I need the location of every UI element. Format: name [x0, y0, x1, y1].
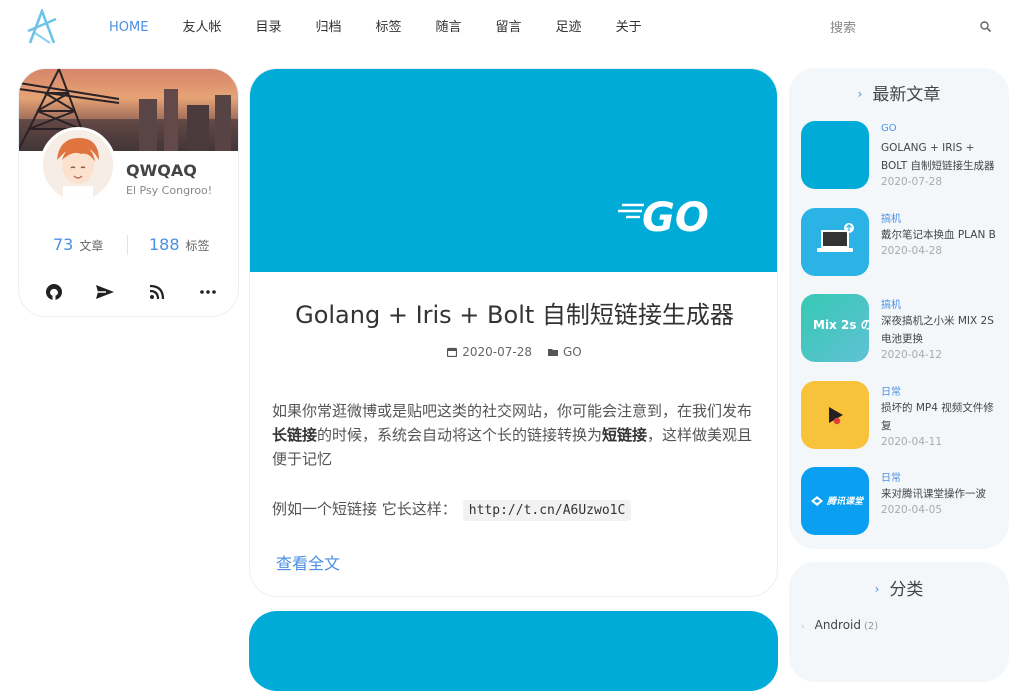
recent-post-category[interactable]: 日常: [881, 383, 901, 398]
categories-widget: › 分类 › Android (2): [789, 562, 1009, 682]
nav-friends[interactable]: 友人帐: [182, 18, 221, 38]
post-excerpt: 如果你常逛微博或是贴吧这类的社交网站，你可能会注意到，在我们发布长链接的时候，系…: [272, 399, 758, 471]
go-logo-icon: GO: [618, 195, 709, 239]
profile-card: QWQAQ El Psy Congroo! 73 文章 188 标签: [18, 68, 239, 317]
profile-motto: El Psy Congroo!: [126, 184, 213, 197]
post-thumbnail[interactable]: [801, 121, 869, 189]
recent-post-date: 2020-04-05: [881, 504, 943, 516]
nav-guestbook[interactable]: 留言: [496, 18, 522, 38]
recent-post-item[interactable]: Mix 2s の 搞机 深夜搞机之小米 MIX 2S 电池更换 2020-04-…: [801, 294, 1001, 381]
recent-post-category[interactable]: 日常: [881, 469, 901, 484]
recent-posts-widget: › 最新文章 GO GOLANG + IRIS + BOLT 自制短链接生成器 2…: [789, 68, 1009, 549]
thumbnail-text: Mix 2s の: [813, 318, 869, 332]
category-name[interactable]: Android: [815, 618, 861, 632]
post-category[interactable]: GO: [563, 345, 582, 359]
recent-post-date: 2020-04-28: [881, 244, 943, 257]
stat-divider: [127, 235, 128, 255]
posts-count: 73: [53, 235, 74, 254]
post-cover-image[interactable]: GO: [250, 69, 777, 272]
search-input[interactable]: [830, 21, 960, 36]
recent-post-category[interactable]: GO: [881, 123, 897, 134]
recent-post-category[interactable]: 搞机: [881, 210, 901, 225]
send-telegram-icon[interactable]: [94, 281, 116, 303]
folder-icon: [548, 349, 558, 356]
next-post-cover[interactable]: [249, 611, 778, 691]
nav-footprint[interactable]: 足迹: [556, 18, 582, 38]
chevron-right-icon: ›: [874, 582, 880, 596]
recent-post-date: 2020-04-12: [881, 349, 943, 361]
main-menu: HOME 友人帐 目录 归档 标签 随言 留言 足迹 关于: [109, 18, 676, 38]
site-logo-icon[interactable]: [26, 9, 58, 45]
category-count: (2): [864, 621, 879, 632]
top-navbar: HOME 友人帐 目录 归档 标签 随言 留言 足迹 关于: [0, 0, 1024, 56]
post-card: GO Golang + Iris + Bolt 自制短链接生成器 2020-07…: [249, 68, 778, 597]
github-icon[interactable]: [43, 281, 65, 303]
recent-post-item[interactable]: 日常 损坏的 MP4 视频文件修复 2020-04-11: [801, 380, 1001, 468]
recent-post-category[interactable]: 搞机: [881, 296, 901, 311]
rss-icon[interactable]: [146, 281, 168, 303]
excerpt-bold: 短链接: [602, 426, 648, 444]
recent-post-title[interactable]: GOLANG + IRIS + BOLT 自制短链接生成器: [881, 139, 999, 175]
chevron-right-icon: ›: [857, 87, 863, 101]
widget-title: › 最新文章: [857, 85, 941, 105]
post-thumbnail[interactable]: [801, 380, 869, 449]
recent-post-title[interactable]: 损坏的 MP4 视频文件修复: [881, 399, 999, 435]
post-date: 2020-07-28: [462, 345, 532, 359]
recent-post-title[interactable]: 来对腾讯课堂操作一波: [881, 485, 999, 503]
nav-home[interactable]: HOME: [109, 18, 148, 38]
category-item[interactable]: › Android (2): [801, 618, 878, 632]
search-box: [830, 17, 1000, 39]
svg-text:GO: GO: [642, 195, 709, 239]
posts-stat[interactable]: 73 文章: [53, 235, 103, 254]
nav-archive[interactable]: 归档: [315, 18, 341, 38]
thumbnail-text: 腾讯课堂: [827, 497, 864, 507]
excerpt-text: 的时候，系统会自动将这个长的链接转换为: [317, 426, 603, 444]
nav-about[interactable]: 关于: [616, 18, 642, 38]
post-title[interactable]: Golang + Iris + Bolt 自制短链接生成器: [250, 295, 777, 330]
nav-catalog[interactable]: 目录: [255, 18, 281, 38]
calendar-icon: [447, 347, 458, 357]
tags-count: 188: [149, 235, 180, 254]
search-icon[interactable]: [979, 20, 993, 34]
recent-post-date: 2020-04-11: [881, 435, 943, 448]
recent-post-item[interactable]: 腾讯课堂 日常 来对腾讯课堂操作一波 2020-04-05: [801, 467, 1001, 554]
laptop-icon: [817, 222, 854, 252]
recent-posts-list: GO GOLANG + IRIS + BOLT 自制短链接生成器 2020-07…: [801, 121, 1001, 554]
post-thumbnail[interactable]: 腾讯课堂: [801, 467, 869, 535]
recent-post-item[interactable]: GO GOLANG + IRIS + BOLT 自制短链接生成器 2020-07…: [801, 121, 1001, 208]
tags-stat[interactable]: 188 标签: [149, 235, 210, 254]
post-thumbnail[interactable]: [801, 207, 869, 276]
nav-tags[interactable]: 标签: [376, 18, 402, 38]
post-meta: 2020-07-28 GO: [250, 345, 777, 359]
recent-post-title[interactable]: 戴尔笔记本换血 PLAN B: [881, 226, 999, 244]
more-icon[interactable]: [197, 281, 219, 303]
profile-name: QWQAQ: [126, 161, 197, 180]
bullet-icon: ›: [801, 622, 805, 632]
nav-notes[interactable]: 随言: [436, 18, 462, 38]
post-excerpt-example: 例如一个短链接 它长这样： http://t.cn/A6Uzwo1C: [272, 497, 758, 523]
excerpt-text: 如果你常逛微博或是贴吧这类的社交网站，你可能会注意到，在我们发布: [272, 402, 753, 420]
widget-title: › 分类: [874, 580, 924, 600]
avatar[interactable]: [40, 127, 116, 203]
recent-post-date: 2020-07-28: [881, 176, 943, 188]
posts-label: 文章: [79, 239, 104, 253]
recent-post-title[interactable]: 深夜搞机之小米 MIX 2S 电池更换: [881, 312, 999, 348]
read-more-link[interactable]: 查看全文: [276, 550, 340, 574]
inline-code: http://t.cn/A6Uzwo1C: [462, 500, 632, 521]
recent-post-item[interactable]: 搞机 戴尔笔记本换血 PLAN B 2020-04-28: [801, 207, 1001, 295]
excerpt-bold: 长链接: [272, 426, 318, 444]
post-thumbnail[interactable]: Mix 2s の: [801, 294, 869, 362]
tags-label: 标签: [185, 239, 210, 253]
excerpt-text: 例如一个短链接 它长这样：: [272, 500, 457, 518]
social-links: [43, 281, 219, 303]
play-icon: [829, 406, 843, 424]
